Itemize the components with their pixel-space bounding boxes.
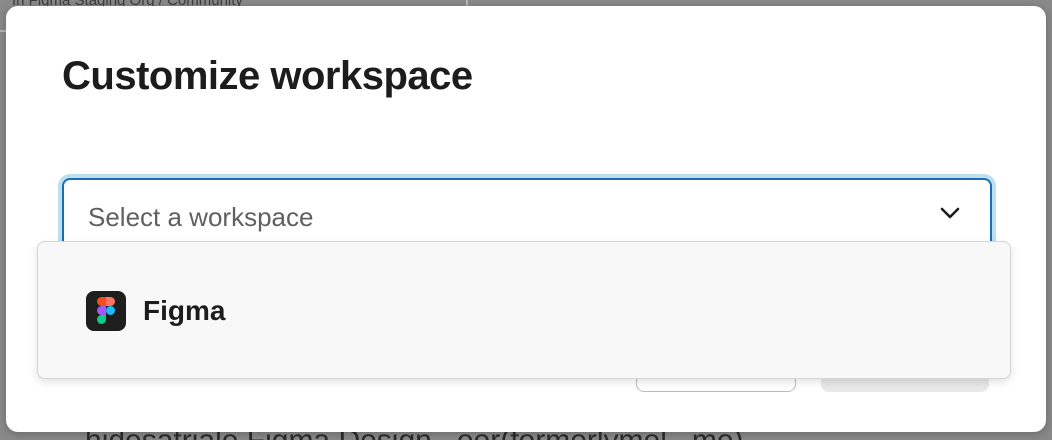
workspace-select-placeholder: Select a workspace [88, 202, 314, 232]
figma-logo-icon [86, 291, 126, 331]
workspace-dropdown: Figma [37, 241, 1011, 379]
chevron-down-icon [940, 206, 960, 220]
workspace-option-figma[interactable]: Figma [38, 242, 1010, 378]
workspace-option-label: Figma [143, 295, 226, 326]
modal-title: Customize workspace [62, 54, 473, 98]
